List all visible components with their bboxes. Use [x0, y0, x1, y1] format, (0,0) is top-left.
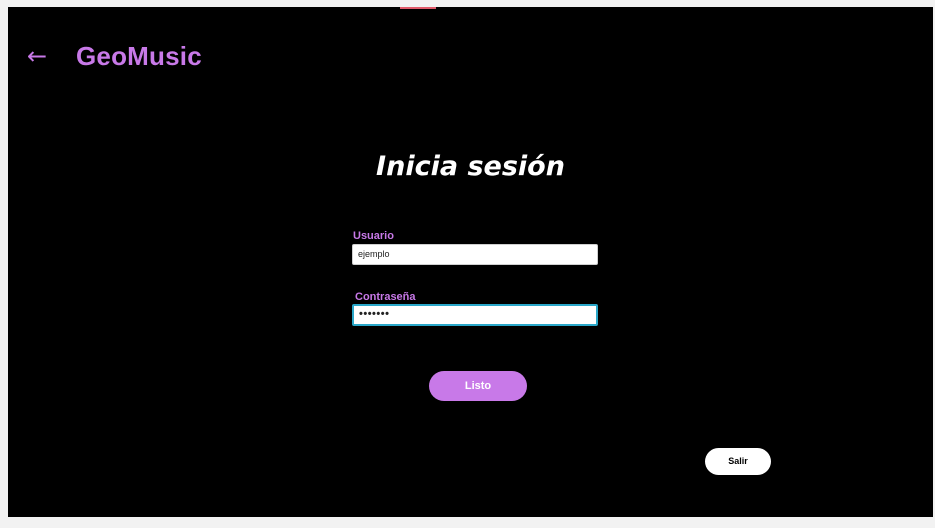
back-arrow-icon[interactable]: ← [24, 38, 50, 74]
submit-button[interactable]: Listo [429, 371, 527, 401]
window-top-accent [400, 7, 436, 9]
password-input[interactable]: ••••••• [352, 304, 598, 326]
username-label: Usuario [353, 230, 394, 242]
app-title: GeoMusic [76, 41, 202, 71]
username-input[interactable]: ejemplo [352, 244, 598, 265]
exit-button[interactable]: Salir [705, 448, 771, 475]
login-title: Inicia sesión [376, 151, 565, 182]
password-label: Contraseña [355, 291, 416, 303]
login-window: ← GeoMusic Inicia sesión Usuario ejemplo… [8, 7, 933, 517]
